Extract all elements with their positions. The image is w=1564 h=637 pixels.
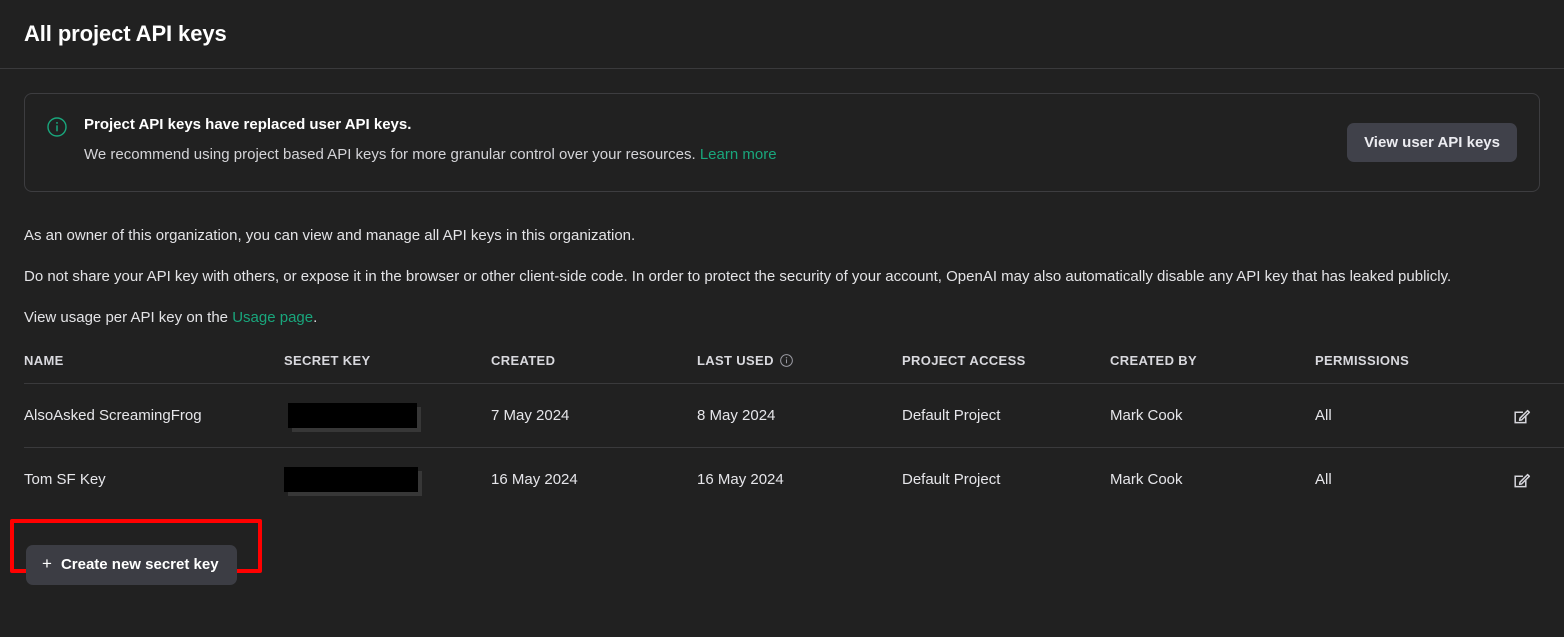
page-content: Project API keys have replaced user API … <box>0 69 1564 511</box>
cell-permissions: All <box>1315 383 1470 448</box>
banner-description-text: We recommend using project based API key… <box>84 146 700 163</box>
create-new-secret-key-button[interactable]: + Create new secret key <box>26 545 237 585</box>
column-header-created-by: CREATED BY <box>1110 353 1315 384</box>
page-title: All project API keys <box>24 21 227 46</box>
column-header-last-used: LAST USED <box>697 353 902 384</box>
column-header-secret-key-label: SECRET KEY <box>284 353 371 368</box>
banner-title: Project API keys have replaced user API … <box>84 116 412 133</box>
column-header-created-by-label: CREATED BY <box>1110 353 1198 368</box>
info-circle-icon <box>47 117 67 137</box>
api-keys-table: NAME SECRET KEY CREATED LAST USED PROJEC… <box>24 353 1564 511</box>
column-header-name-label: NAME <box>24 353 64 368</box>
cell-row-actions <box>1470 448 1564 512</box>
column-header-secret-key: SECRET KEY <box>284 353 491 384</box>
table-row: AlsoAsked ScreamingFrog 7 May 2024 8 May… <box>24 383 1564 448</box>
cell-created-by: Mark Cook <box>1110 471 1183 488</box>
redacted-secret-key <box>284 467 418 492</box>
redacted-secret-key <box>288 403 417 428</box>
cell-secret-key <box>284 448 491 512</box>
column-header-name: NAME <box>24 353 284 384</box>
column-header-permissions: PERMISSIONS <box>1315 353 1470 384</box>
plus-icon: + <box>42 554 52 573</box>
cell-row-actions <box>1470 383 1564 448</box>
cell-secret-key <box>284 383 491 448</box>
usage-paragraph-prefix: View usage per API key on the <box>24 309 233 326</box>
column-header-permissions-label: PERMISSIONS <box>1315 353 1410 368</box>
banner-action-wrap: View user API keys <box>1347 123 1517 162</box>
cell-last-used-date: 8 May 2024 <box>697 383 902 448</box>
security-warning-paragraph: Do not share your API key with others, o… <box>24 268 1452 285</box>
view-user-api-keys-button[interactable]: View user API keys <box>1347 123 1517 162</box>
table-body: AlsoAsked ScreamingFrog 7 May 2024 8 May… <box>24 383 1564 512</box>
banner-description: We recommend using project based API key… <box>84 144 1331 165</box>
usage-paragraph: View usage per API key on the Usage page… <box>24 307 1540 329</box>
table-row: Tom SF Key 16 May 2024 16 May 2024 Defau… <box>24 448 1564 512</box>
table-head: NAME SECRET KEY CREATED LAST USED PROJEC… <box>24 353 1564 384</box>
column-header-project-access-label: PROJECT ACCESS <box>902 353 1026 368</box>
edit-pencil-square-icon[interactable] <box>1512 470 1532 490</box>
column-header-created: CREATED <box>491 353 697 384</box>
ownership-paragraph: As an owner of this organization, you ca… <box>24 227 636 244</box>
info-banner: Project API keys have replaced user API … <box>24 93 1540 192</box>
create-new-secret-key-label: Create new secret key <box>60 556 219 573</box>
column-header-created-label: CREATED <box>491 353 556 368</box>
footer-actions: + Create new secret key <box>10 511 1564 585</box>
table-header-row: NAME SECRET KEY CREATED LAST USED PROJEC… <box>24 353 1564 384</box>
cell-created-by: Mark Cook <box>1110 383 1315 448</box>
column-header-project-access: PROJECT ACCESS <box>902 353 1110 384</box>
edit-pencil-square-icon[interactable] <box>1512 406 1532 426</box>
page-header: All project API keys <box>0 0 1564 69</box>
column-header-last-used-label: LAST USED <box>697 353 774 368</box>
cell-key-name: Tom SF Key <box>24 471 106 488</box>
cell-created-date: 16 May 2024 <box>491 471 578 488</box>
cell-project-access: Default Project <box>902 471 1001 488</box>
cell-created-date: 7 May 2024 <box>491 383 697 448</box>
cell-permissions: All <box>1315 471 1332 488</box>
cell-project-access: Default Project <box>902 383 1110 448</box>
learn-more-link[interactable]: Learn more <box>700 146 777 163</box>
usage-page-link[interactable]: Usage page <box>232 309 313 326</box>
banner-text: Project API keys have replaced user API … <box>84 114 1331 165</box>
description-text-block: As an owner of this organization, you ca… <box>24 225 1540 329</box>
cell-last-used-date: 16 May 2024 <box>697 471 784 488</box>
cell-key-name: AlsoAsked ScreamingFrog <box>24 383 284 448</box>
info-circle-small-icon[interactable] <box>779 354 793 367</box>
usage-paragraph-suffix: . <box>313 309 318 326</box>
column-header-actions <box>1470 353 1564 384</box>
